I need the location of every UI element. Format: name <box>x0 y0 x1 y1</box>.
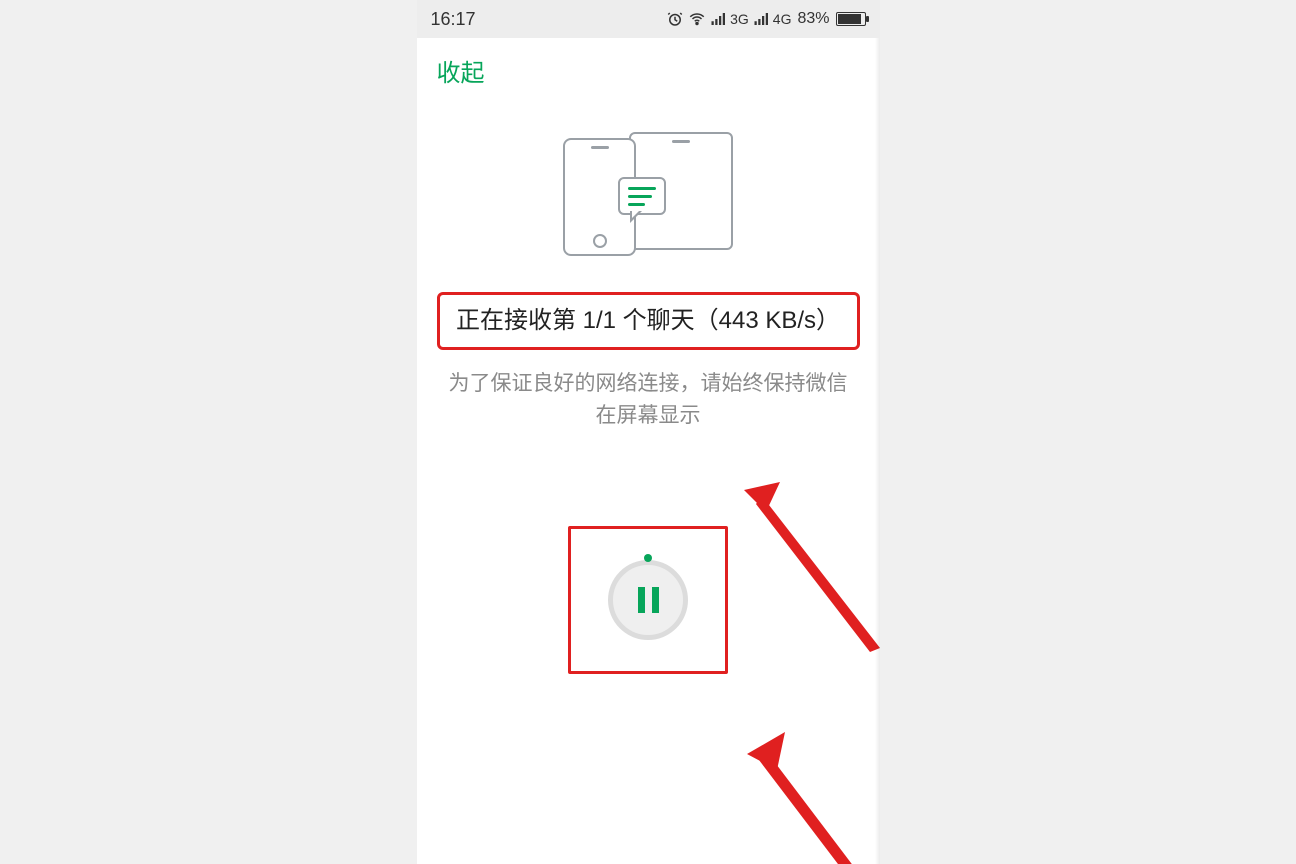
battery-icon <box>836 12 866 26</box>
transfer-status-highlight: 正在接收第 1/1 个聊天（443 KB/s） <box>437 292 860 350</box>
transfer-illustration <box>563 132 733 262</box>
title-bar: 收起 <box>417 38 880 102</box>
wifi-icon <box>688 10 706 28</box>
pause-icon <box>638 587 659 613</box>
network-1-label: 3G <box>730 11 749 27</box>
chat-bubble-icon <box>618 177 666 215</box>
progress-dot-icon <box>644 554 652 562</box>
transfer-status-text: 正在接收第 1/1 个聊天（443 KB/s） <box>448 305 849 337</box>
alarm-icon <box>666 10 684 28</box>
annotation-arrow-1-icon <box>742 482 880 652</box>
pause-button[interactable] <box>608 560 688 640</box>
battery-percent: 83% <box>797 10 829 28</box>
pause-button-highlight <box>568 526 728 674</box>
signal-2-icon <box>753 10 771 28</box>
phone-screenshot: 16:17 3G 4G <box>417 0 880 864</box>
annotation-arrow-2-icon <box>745 732 875 864</box>
collapse-button[interactable]: 收起 <box>437 53 485 88</box>
network-2-label: 4G <box>773 11 792 27</box>
content-area: 正在接收第 1/1 个聊天（443 KB/s） 为了保证良好的网络连接，请始终保… <box>417 102 880 674</box>
signal-1-icon <box>710 10 728 28</box>
status-bar: 16:17 3G 4G <box>417 0 880 38</box>
transfer-hint-text: 为了保证良好的网络连接，请始终保持微信在屏幕显示 <box>447 368 850 431</box>
status-indicators: 3G 4G 83% <box>666 10 865 28</box>
status-time: 16:17 <box>431 9 476 30</box>
